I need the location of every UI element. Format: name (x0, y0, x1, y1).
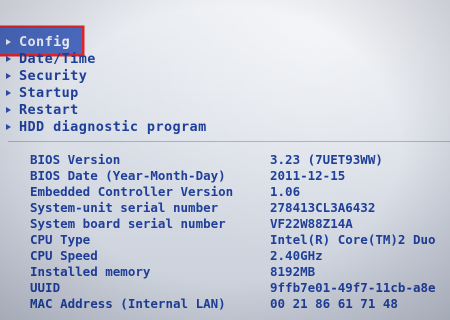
arrow-right-icon (6, 73, 11, 79)
bios-screen: Config Date/Time Security Startup Restar… (0, 0, 450, 320)
info-row-cpu-speed: CPU Speed 2.40GHz (30, 248, 436, 264)
info-row-ec-version: Embedded Controller Version 1.06 (30, 184, 436, 200)
info-value: 8192MB (270, 264, 316, 279)
menu-item-label: Startup (19, 85, 79, 101)
arrow-right-icon (6, 107, 11, 113)
info-label: CPU Type (30, 232, 91, 247)
info-label: Installed memory (30, 264, 151, 279)
menu-item-label: Config (19, 34, 71, 50)
info-row-bios-date: BIOS Date (Year-Month-Day) 2011-12-15 (30, 168, 436, 184)
info-label: MAC Address (Internal LAN) (30, 296, 226, 311)
info-value: 9ffb7e01-49f7-11cb-a8e (270, 280, 436, 295)
info-label: Embedded Controller Version (30, 184, 234, 199)
info-label: BIOS Version (30, 152, 121, 167)
section-divider (8, 141, 450, 142)
arrow-right-icon (6, 56, 11, 62)
info-value: 2.40GHz (270, 248, 323, 263)
info-row-cpu-type: CPU Type Intel(R) Core(TM)2 Duo (30, 232, 436, 248)
arrow-right-icon (6, 39, 11, 45)
info-value: 3.23 (7UET93WW) (270, 152, 383, 167)
menu-item-startup[interactable]: Startup (6, 85, 207, 102)
info-label: System board serial number (30, 216, 226, 231)
info-row-mac-address: MAC Address (Internal LAN) 00 21 86 61 71… (30, 296, 436, 312)
menu-item-security[interactable]: Security (6, 68, 207, 85)
menu-item-label: Restart (19, 102, 79, 118)
arrow-right-icon (6, 90, 11, 96)
info-value: Intel(R) Core(TM)2 Duo (270, 232, 436, 247)
menu-item-label: HDD diagnostic program (19, 119, 207, 135)
info-value: VF22W88Z14A (270, 216, 353, 231)
menu-item-config[interactable]: Config (6, 34, 207, 51)
info-row-uuid: UUID 9ffb7e01-49f7-11cb-a8e (30, 280, 436, 296)
info-label: System-unit serial number (30, 200, 219, 215)
info-row-system-unit-serial: System-unit serial number 278413CL3A6432 (30, 200, 436, 216)
bios-menu: Config Date/Time Security Startup Restar… (6, 34, 207, 136)
arrow-right-icon (6, 124, 11, 130)
info-value: 2011-12-15 (270, 168, 346, 183)
menu-item-label: Date/Time (19, 51, 96, 67)
info-row-system-board-serial: System board serial number VF22W88Z14A (30, 216, 436, 232)
info-row-bios-version: BIOS Version 3.23 (7UET93WW) (30, 152, 436, 168)
info-label: CPU Speed (30, 248, 98, 263)
menu-item-date-time[interactable]: Date/Time (6, 51, 207, 68)
info-value: 00 21 86 61 71 48 (270, 296, 398, 311)
system-info-table: BIOS Version 3.23 (7UET93WW) BIOS Date (Y… (30, 152, 436, 312)
menu-item-restart[interactable]: Restart (6, 102, 207, 119)
info-label: BIOS Date (Year-Month-Day) (30, 168, 226, 183)
info-value: 278413CL3A6432 (270, 200, 376, 215)
menu-item-label: Security (19, 68, 88, 84)
info-label: UUID (30, 280, 61, 295)
info-row-installed-memory: Installed memory 8192MB (30, 264, 436, 280)
menu-item-hdd-diagnostic[interactable]: HDD diagnostic program (6, 119, 207, 136)
info-value: 1.06 (270, 184, 301, 199)
